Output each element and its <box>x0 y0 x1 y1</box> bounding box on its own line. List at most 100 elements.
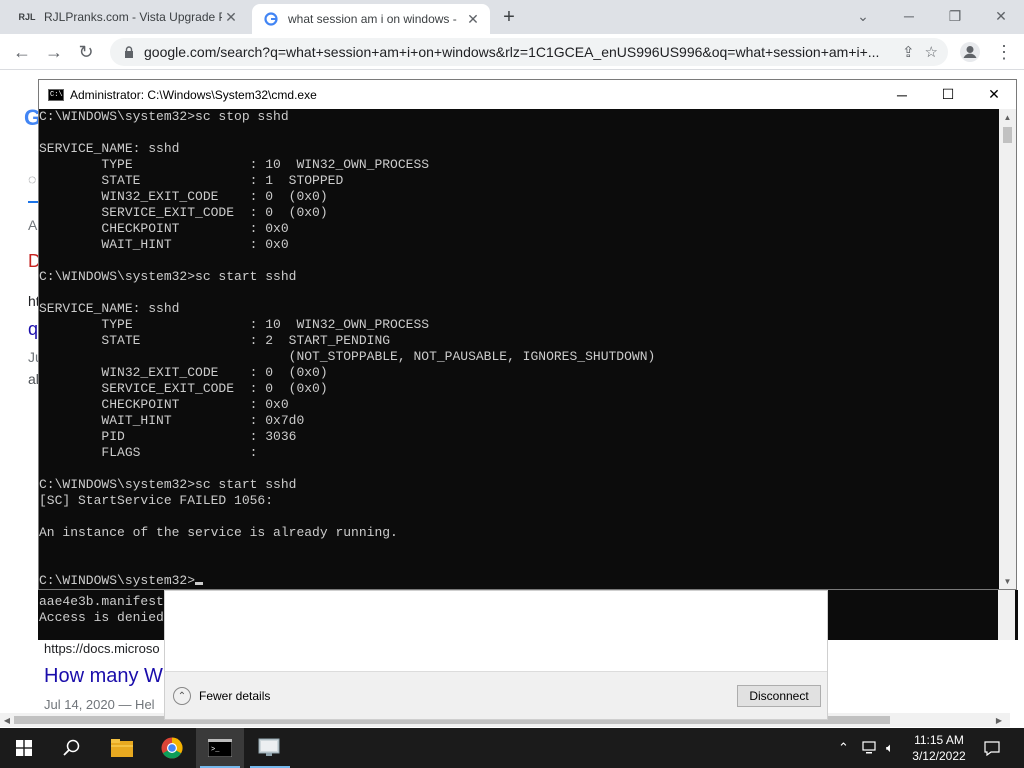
scroll-right-arrow-icon[interactable]: ▶ <box>992 713 1006 727</box>
console-line: C:\WINDOWS\system32> <box>39 573 999 589</box>
console-line: Access is denied <box>39 610 164 625</box>
show-hidden-icons-chevron-icon[interactable]: ⌃ <box>838 728 849 768</box>
browser-toolbar: ← → ↻ google.com/search?q=what+session+a… <box>0 34 1024 70</box>
browser-tab-strip: RJL RJLPranks.com - Vista Upgrade P ✕ wh… <box>0 0 1024 34</box>
clock-date: 3/12/2022 <box>912 749 966 763</box>
fewer-details-label: Fewer details <box>199 689 271 703</box>
console-line: CHECKPOINT : 0x0 <box>39 221 289 236</box>
network-icon[interactable] <box>862 728 878 768</box>
results-count-fragment: A <box>28 217 38 233</box>
console-line: An instance of the service is already ru… <box>39 525 398 540</box>
lock-icon[interactable] <box>118 46 140 58</box>
tab-title: what session am i on windows - <box>288 12 457 26</box>
scroll-down-arrow-icon[interactable]: ▼ <box>999 573 1016 589</box>
cmd-taskbar-icon[interactable]: >_ <box>196 728 244 768</box>
background-console-scrollbar[interactable] <box>998 590 1015 640</box>
console-vertical-scrollbar[interactable]: ▲ ▼ <box>999 109 1016 589</box>
console-line: aae4e3b.manifest <box>39 594 164 609</box>
console-line: WAIT_HINT : 0x7d0 <box>39 413 305 428</box>
cmd-close-icon[interactable]: ✕ <box>971 80 1017 109</box>
console-line: STATE : 2 START_PENDING <box>39 333 391 348</box>
share-icon[interactable]: ⇪ <box>902 43 915 61</box>
dialog-footer: ⌃ Fewer details Disconnect <box>165 671 827 719</box>
remote-session-dialog: ⌃ Fewer details Disconnect <box>164 590 828 720</box>
close-window-icon[interactable]: ✕ <box>986 4 1016 28</box>
minimize-icon[interactable]: ─ <box>894 4 924 28</box>
console-line: TYPE : 10 WIN32_OWN_PROCESS <box>39 317 430 332</box>
restore-icon[interactable]: ❐ <box>940 4 970 28</box>
close-icon[interactable]: ✕ <box>464 10 482 28</box>
taskbar-clock[interactable]: 11:15 AM 3/12/2022 <box>906 732 972 764</box>
cmd-title-bar[interactable]: C:\ Administrator: C:\Windows\System32\c… <box>39 80 1016 109</box>
console-line: STATE : 1 STOPPED <box>39 173 344 188</box>
result-date: Jul 14, 2020 — Hel <box>44 697 155 712</box>
url-text[interactable]: google.com/search?q=what+session+am+i+on… <box>140 44 902 60</box>
result-title[interactable]: How many W <box>44 665 163 688</box>
console-line: WIN32_EXIT_CODE : 0 (0x0) <box>39 189 328 204</box>
tab-google-search[interactable]: what session am i on windows - ✕ <box>252 4 490 34</box>
console-line: [SC] StartService FAILED 1056: <box>39 493 274 508</box>
console-line: WIN32_EXIT_CODE : 0 (0x0) <box>39 365 328 380</box>
console-line: C:\WINDOWS\system32>sc start sshd <box>39 477 297 492</box>
back-arrow-icon[interactable]: ← <box>8 38 36 66</box>
tab-title: RJLPranks.com - Vista Upgrade P <box>44 10 222 24</box>
console-line: PID : 3036 <box>39 429 297 444</box>
address-bar[interactable]: google.com/search?q=what+session+am+i+on… <box>110 38 948 66</box>
cmd-window-title: Administrator: C:\Windows\System32\cmd.e… <box>70 87 317 102</box>
notification-center-icon[interactable] <box>984 728 1000 768</box>
cmd-app-icon[interactable]: C:\ <box>48 88 64 101</box>
chrome-icon[interactable] <box>148 728 196 768</box>
console-line: C:\WINDOWS\system32>sc stop sshd <box>39 109 289 124</box>
close-icon[interactable]: ✕ <box>222 8 240 26</box>
text-cursor <box>195 582 204 585</box>
console-line: CHECKPOINT : 0x0 <box>39 397 289 412</box>
console-line: SERVICE_NAME: sshd <box>39 141 180 156</box>
console-line: SERVICE_EXIT_CODE : 0 (0x0) <box>39 381 328 396</box>
fewer-details-toggle[interactable]: ⌃ Fewer details <box>173 687 270 705</box>
cmd-maximize-icon[interactable]: ☐ <box>925 80 971 109</box>
console-line: SERVICE_NAME: sshd <box>39 301 180 316</box>
remote-desktop-icon[interactable] <box>246 728 294 768</box>
more-vert-icon[interactable]: ⋮ <box>990 38 1018 66</box>
console-line: (NOT_STOPPABLE, NOT_PAUSABLE, IGNORES_SH… <box>39 349 656 364</box>
scrollbar-thumb[interactable] <box>1003 127 1012 143</box>
star-icon[interactable]: ☆ <box>925 43 938 61</box>
result-url[interactable]: https://docs.microso <box>44 641 160 656</box>
reload-icon[interactable]: ↻ <box>72 38 100 66</box>
windows-taskbar: >_ ⌃ 🔈︎ 11:15 AM 3/12/2022 <box>0 728 1024 768</box>
active-tab-indicator <box>28 201 38 203</box>
cmd-window[interactable]: C:\ Administrator: C:\Windows\System32\c… <box>38 79 1017 590</box>
disconnect-button[interactable]: Disconnect <box>737 685 821 707</box>
scroll-up-arrow-icon[interactable]: ▲ <box>999 109 1016 125</box>
volume-icon[interactable]: 🔈︎ <box>886 728 894 768</box>
console-output[interactable]: C:\WINDOWS\system32>sc stop sshd SERVICE_… <box>39 109 999 589</box>
scroll-left-arrow-icon[interactable]: ◀ <box>0 713 14 727</box>
chevron-up-icon: ⌃ <box>173 687 191 705</box>
google-favicon-icon <box>262 11 280 27</box>
file-explorer-icon[interactable] <box>98 728 146 768</box>
console-line: FLAGS : <box>39 445 258 460</box>
clock-time: 11:15 AM <box>914 733 964 747</box>
profile-icon[interactable] <box>956 38 984 66</box>
tab-rjlpranks[interactable]: RJL RJLPranks.com - Vista Upgrade P ✕ <box>8 0 248 34</box>
console-line: WAIT_HINT : 0x0 <box>39 237 289 252</box>
svg-text:>_: >_ <box>211 746 220 754</box>
search-icon[interactable] <box>48 728 96 768</box>
result-title-fragment[interactable]: q <box>28 319 38 340</box>
new-tab-plus-icon[interactable]: + <box>498 6 520 28</box>
tab-search-chevron-icon[interactable]: ⌄ <box>848 4 878 28</box>
windows-start-icon[interactable] <box>0 728 48 768</box>
search-tab-fragment[interactable]: ◌ <box>28 171 36 187</box>
cmd-minimize-icon[interactable]: ─ <box>879 80 925 109</box>
forward-arrow-icon[interactable]: → <box>40 38 68 66</box>
console-line: SERVICE_EXIT_CODE : 0 (0x0) <box>39 205 328 220</box>
console-line: TYPE : 10 WIN32_OWN_PROCESS <box>39 157 430 172</box>
console-line: C:\WINDOWS\system32>sc start sshd <box>39 269 297 284</box>
